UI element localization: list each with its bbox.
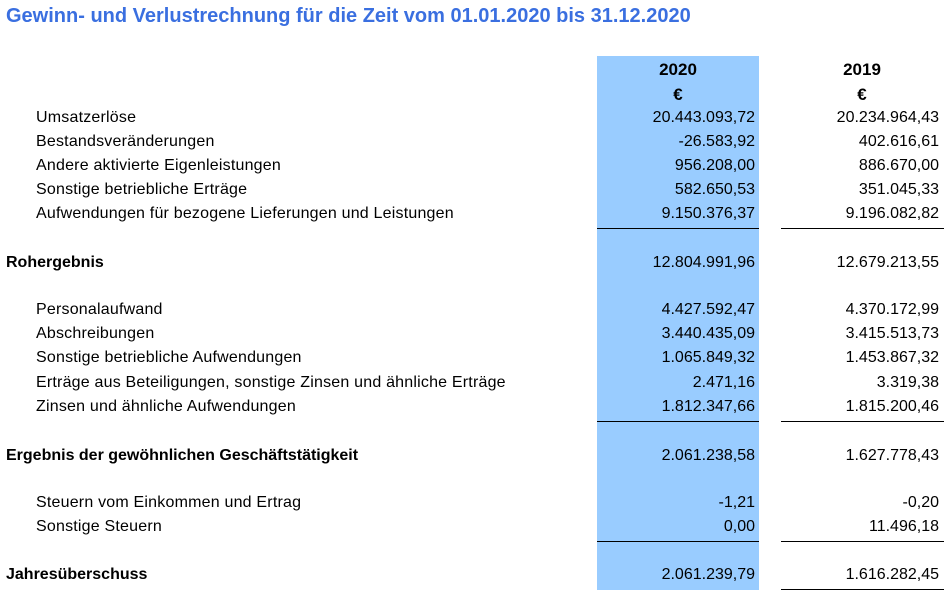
table-row-aktivierte-eigenleistungen: Andere aktivierte Eigenleistungen 956.20… bbox=[0, 157, 945, 181]
row-label: Ergebnis der gewöhnlichen Geschäftstätig… bbox=[6, 447, 359, 464]
value-2020: 2.061.238,58 bbox=[661, 447, 755, 464]
table-row-sonstige-steuern: Sonstige Steuern 0,00 11.496,18 bbox=[0, 518, 945, 542]
value-2019: 3.319,38 bbox=[876, 374, 939, 391]
row-label: Sonstige betriebliche Erträge bbox=[36, 181, 248, 198]
value-2020: 4.427.592,47 bbox=[661, 301, 755, 318]
table-row-abschreibungen: Abschreibungen 3.440.435,09 3.415.513,73 bbox=[0, 325, 945, 349]
value-2020: 2.061.239,79 bbox=[661, 566, 755, 583]
subtotal-rule-2020 bbox=[597, 228, 759, 229]
subtotal-rule-2019 bbox=[781, 421, 944, 422]
table-row-jahresueberschuss: Jahresüberschuss 2.061.239,79 1.616.282,… bbox=[0, 566, 945, 590]
value-2019: 1.453.867,32 bbox=[845, 349, 939, 366]
value-2019: 1.815.200,46 bbox=[845, 398, 939, 415]
subtotal-rule-2020 bbox=[597, 541, 759, 542]
value-2020: -1,21 bbox=[718, 494, 755, 511]
column-header-2020-currency: € bbox=[673, 85, 683, 104]
table-row-ergebnis-geschaeftstaetigkeit: Ergebnis der gewöhnlichen Geschäftstätig… bbox=[0, 447, 945, 471]
value-2019: 11.496,18 bbox=[869, 518, 939, 535]
table-row-sonstige-aufwendungen: Sonstige betriebliche Aufwendungen 1.065… bbox=[0, 349, 945, 373]
row-label: Andere aktivierte Eigenleistungen bbox=[36, 157, 281, 174]
value-2019: 12.679.213,55 bbox=[836, 254, 939, 271]
row-label: Rohergebnis bbox=[6, 254, 104, 271]
value-2019: -0,20 bbox=[902, 494, 939, 511]
table-row-beteiligungsertraege: Erträge aus Beteiligungen, sonstige Zins… bbox=[0, 374, 945, 398]
value-2020: 582.650,53 bbox=[674, 181, 755, 198]
value-2020: 2.471,16 bbox=[692, 374, 755, 391]
table-row-umsatzerloese: Umsatzerlöse 20.443.093,72 20.234.964,43 bbox=[0, 109, 945, 133]
value-2020: 1.065.849,32 bbox=[661, 349, 755, 366]
value-2019: 3.415.513,73 bbox=[845, 325, 939, 342]
table-row-zinsaufwendungen: Zinsen und ähnliche Aufwendungen 1.812.3… bbox=[0, 398, 945, 422]
row-label: Sonstige betriebliche Aufwendungen bbox=[36, 349, 302, 366]
subtotal-rule-2020 bbox=[597, 421, 759, 422]
column-header-2019-year: 2019 bbox=[843, 60, 881, 79]
table-row-steuern-einkommen: Steuern vom Einkommen und Ertrag -1,21 -… bbox=[0, 494, 945, 518]
subtotal-rule-2019 bbox=[781, 541, 944, 542]
value-2019: 9.196.082,82 bbox=[845, 205, 939, 222]
value-2020: 3.440.435,09 bbox=[661, 325, 755, 342]
value-2019: 4.370.172,99 bbox=[845, 301, 939, 318]
row-label: Steuern vom Einkommen und Ertrag bbox=[36, 494, 302, 511]
value-2019: 1.627.778,43 bbox=[845, 447, 939, 464]
value-2020: 12.804.991,96 bbox=[652, 254, 755, 271]
total-rule-2019 bbox=[781, 589, 944, 590]
value-2019: 1.616.282,45 bbox=[845, 566, 939, 583]
column-header-2020-year: 2020 bbox=[659, 60, 697, 79]
column-header-2019-currency: € bbox=[857, 85, 867, 104]
value-2019: 20.234.964,43 bbox=[836, 109, 939, 126]
row-label: Bestandsveränderungen bbox=[36, 133, 215, 150]
value-2020: 20.443.093,72 bbox=[652, 109, 755, 126]
row-label: Abschreibungen bbox=[36, 325, 155, 342]
value-2019: 886.670,00 bbox=[858, 157, 939, 174]
row-label: Personalaufwand bbox=[36, 301, 163, 318]
value-2020: 1.812.347,66 bbox=[661, 398, 755, 415]
table-row-rohergebnis: Rohergebnis 12.804.991,96 12.679.213,55 bbox=[0, 254, 945, 278]
table-row-aufwendungen-lieferungen: Aufwendungen für bezogene Lieferungen un… bbox=[0, 205, 945, 229]
table-row-bestandsveraenderungen: Bestandsveränderungen -26.583,92 402.616… bbox=[0, 133, 945, 157]
value-2020: 9.150.376,37 bbox=[661, 205, 755, 222]
row-label: Erträge aus Beteiligungen, sonstige Zins… bbox=[36, 374, 506, 391]
value-2020: -26.583,92 bbox=[678, 133, 755, 150]
row-label: Aufwendungen für bezogene Lieferungen un… bbox=[36, 205, 454, 222]
value-2020: 956.208,00 bbox=[674, 157, 755, 174]
table-row-personalaufwand: Personalaufwand 4.427.592,47 4.370.172,9… bbox=[0, 301, 945, 325]
row-label: Jahresüberschuss bbox=[6, 566, 148, 583]
value-2020: 0,00 bbox=[723, 518, 755, 535]
subtotal-rule-2019 bbox=[781, 228, 944, 229]
row-label: Umsatzerlöse bbox=[36, 109, 137, 126]
page-title: Gewinn- und Verlustrechnung für die Zeit… bbox=[6, 5, 691, 27]
row-label: Zinsen und ähnliche Aufwendungen bbox=[36, 398, 296, 415]
value-2019: 402.616,61 bbox=[858, 133, 939, 150]
table-row-sonstige-ertraege: Sonstige betriebliche Erträge 582.650,53… bbox=[0, 181, 945, 205]
row-label: Sonstige Steuern bbox=[36, 518, 162, 535]
value-2019: 351.045,33 bbox=[858, 181, 939, 198]
